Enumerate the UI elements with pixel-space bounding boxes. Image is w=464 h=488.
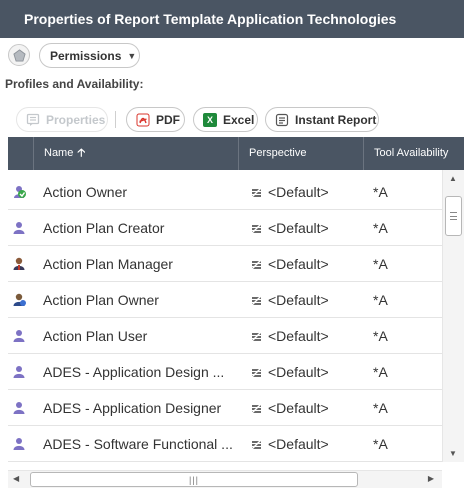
- row-tool-availability: *A: [373, 220, 388, 236]
- name-column-header[interactable]: Name 🡡: [33, 137, 238, 170]
- tool-availability-column-header[interactable]: Tool Availability: [363, 137, 464, 170]
- horizontal-scroll-thumb[interactable]: |||: [30, 472, 358, 487]
- row-tool-availability: *A: [373, 328, 388, 344]
- row-tool-availability: *A: [373, 400, 388, 416]
- row-perspective-value: <Default>: [268, 364, 329, 380]
- row-name: Action Plan User: [43, 328, 148, 344]
- excel-icon: X: [203, 112, 217, 127]
- row-perspective-value: <Default>: [268, 436, 329, 452]
- perspective-icon: [250, 222, 263, 234]
- row-perspective-value: <Default>: [268, 328, 329, 344]
- grid-rows: Action Owner <Default> *A Action Plan Cr…: [8, 174, 442, 462]
- scroll-down-icon[interactable]: ▼: [449, 449, 457, 458]
- table-row[interactable]: ADES - Application Design ... <Default> …: [8, 354, 442, 390]
- perspective-icon: [250, 438, 263, 450]
- perspective-icon: [250, 402, 263, 414]
- perspective-icon: [250, 330, 263, 342]
- properties-label: Properties: [46, 112, 106, 127]
- row-name: ADES - Application Design ...: [43, 364, 225, 380]
- scroll-right-icon[interactable]: ▶: [428, 474, 434, 483]
- row-name: ADES - Software Functional ...: [43, 436, 233, 452]
- row-perspective-value: <Default>: [268, 400, 329, 416]
- row-perspective-value: <Default>: [268, 292, 329, 308]
- properties-icon: [26, 113, 40, 127]
- vertical-scrollbar[interactable]: ▲ ▼: [442, 170, 464, 462]
- excel-button[interactable]: X Excel: [193, 107, 258, 132]
- instant-report-icon: [275, 113, 289, 127]
- profiles-grid: Name 🡡 Perspective Tool Availability Acti…: [8, 137, 464, 470]
- user-manager-icon: [11, 256, 27, 272]
- table-row[interactable]: Action Plan Creator <Default> *A: [8, 210, 442, 246]
- pdf-button[interactable]: PDF: [126, 107, 185, 132]
- user-icon: [11, 436, 27, 452]
- permissions-row: Permissions ▼: [0, 42, 464, 70]
- row-perspective: <Default>: [250, 210, 329, 246]
- row-name: Action Plan Creator: [43, 220, 165, 236]
- section-heading: Profiles and Availability:: [5, 77, 144, 91]
- user-icon: [11, 328, 27, 344]
- toolbar-divider: [115, 111, 116, 128]
- user-icon: [11, 364, 27, 380]
- pdf-icon: [136, 112, 150, 127]
- table-row[interactable]: Action Owner <Default> *A: [8, 174, 442, 210]
- grid-toolbar: Properties PDF X Excel Instant Report: [0, 107, 464, 133]
- sort-ascending-icon: 🡡: [77, 147, 86, 159]
- permissions-label: Permissions: [50, 48, 122, 63]
- table-row[interactable]: ADES - Application Designer <Default> *A: [8, 390, 442, 426]
- perspective-icon: [250, 186, 263, 198]
- pentagon-icon[interactable]: [8, 44, 30, 66]
- row-tool-availability: *A: [373, 292, 388, 308]
- table-row[interactable]: Action Plan Owner <Default> *A: [8, 282, 442, 318]
- table-row[interactable]: Action Plan Manager <Default> *A: [8, 246, 442, 282]
- perspective-column-header[interactable]: Perspective: [238, 137, 363, 170]
- icon-column-header: [8, 137, 33, 170]
- user-icon: [11, 220, 27, 236]
- row-perspective: <Default>: [250, 318, 329, 354]
- row-name: Action Owner: [43, 184, 128, 200]
- row-name: Action Plan Manager: [43, 256, 173, 272]
- row-tool-availability: *A: [373, 256, 388, 272]
- name-column-label: Name: [44, 147, 74, 159]
- row-perspective: <Default>: [250, 246, 329, 282]
- user-owner-icon: [11, 292, 27, 308]
- scroll-up-icon[interactable]: ▲: [449, 174, 457, 183]
- instant-report-button[interactable]: Instant Report: [265, 107, 379, 132]
- row-perspective: <Default>: [250, 174, 329, 210]
- row-perspective: <Default>: [250, 390, 329, 426]
- row-tool-availability: *A: [373, 436, 388, 452]
- row-perspective: <Default>: [250, 426, 329, 462]
- row-perspective-value: <Default>: [268, 220, 329, 236]
- scroll-left-icon[interactable]: ◀: [13, 474, 19, 483]
- perspective-icon: [250, 366, 263, 378]
- horizontal-scrollbar[interactable]: ◀ ||| ▶: [8, 470, 442, 488]
- row-tool-availability: *A: [373, 364, 388, 380]
- row-perspective-value: <Default>: [268, 184, 329, 200]
- pdf-label: PDF: [156, 112, 180, 127]
- excel-label: Excel: [223, 112, 255, 127]
- tool-availability-column-label: Tool Availability: [374, 147, 449, 159]
- instant-report-label: Instant Report: [295, 112, 377, 127]
- user-group-green-icon: [11, 184, 27, 200]
- grid-header: Name 🡡 Perspective Tool Availability: [8, 137, 464, 170]
- dialog-title: Properties of Report Template Applicatio…: [0, 0, 464, 38]
- table-row[interactable]: Action Plan User <Default> *A: [8, 318, 442, 354]
- properties-button[interactable]: Properties: [16, 107, 108, 132]
- row-perspective-value: <Default>: [268, 256, 329, 272]
- vertical-scroll-thumb[interactable]: [445, 196, 462, 236]
- row-perspective: <Default>: [250, 354, 329, 390]
- row-name: ADES - Application Designer: [43, 400, 222, 416]
- permissions-dropdown[interactable]: Permissions ▼: [39, 43, 140, 68]
- row-tool-availability: *A: [373, 184, 388, 200]
- row-perspective: <Default>: [250, 282, 329, 318]
- perspective-icon: [250, 258, 263, 270]
- user-icon: [11, 400, 27, 416]
- perspective-icon: [250, 294, 263, 306]
- row-name: Action Plan Owner: [43, 292, 159, 308]
- perspective-column-label: Perspective: [249, 147, 307, 159]
- chevron-down-icon: ▼: [127, 50, 137, 61]
- table-row[interactable]: ADES - Software Functional ... <Default>…: [8, 426, 442, 462]
